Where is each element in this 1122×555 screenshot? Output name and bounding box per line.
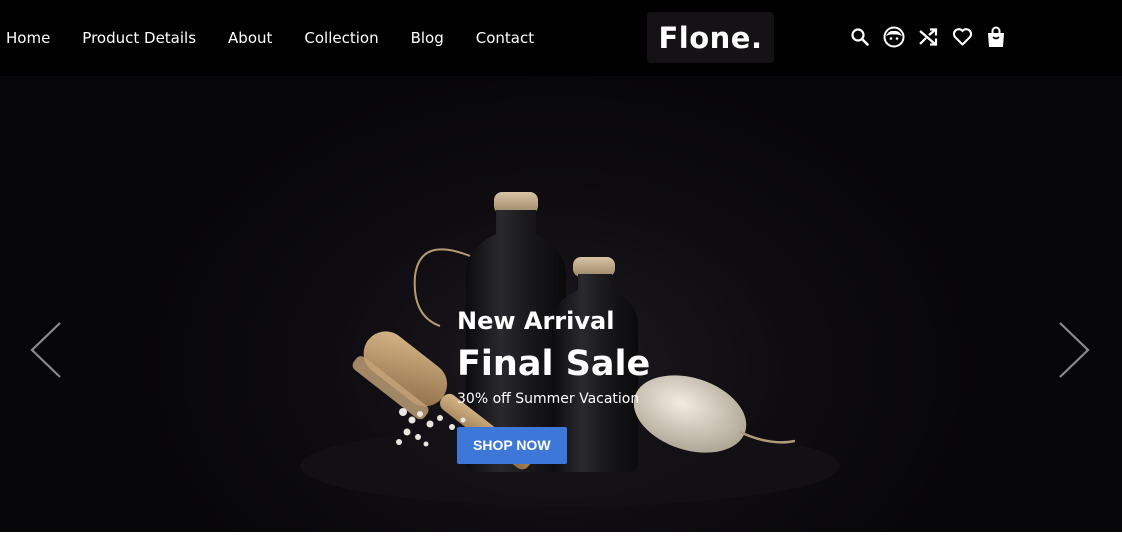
nav-about[interactable]: About bbox=[228, 29, 272, 47]
nav-home[interactable]: Home bbox=[6, 29, 50, 47]
header-icons bbox=[849, 26, 1019, 48]
slider-next-button[interactable] bbox=[1054, 320, 1094, 380]
nav-product-details[interactable]: Product Details bbox=[82, 29, 196, 47]
hero-slider: New Arrival Final Sale 30% off Summer Va… bbox=[0, 76, 1122, 532]
search-icon[interactable] bbox=[849, 26, 871, 48]
hero-title: Final Sale bbox=[457, 344, 651, 384]
nav-blog[interactable]: Blog bbox=[411, 29, 444, 47]
logo-text: Flone. bbox=[658, 20, 763, 55]
page: Home Product Details About Collection Bl… bbox=[0, 0, 1122, 555]
account-icon[interactable] bbox=[883, 26, 905, 48]
compare-shuffle-icon[interactable] bbox=[917, 26, 939, 48]
hero-subtitle: New Arrival bbox=[457, 307, 615, 335]
hero-caption: New Arrival Final Sale 30% off Summer Va… bbox=[457, 305, 650, 464]
slider-prev-button[interactable] bbox=[26, 320, 66, 380]
site-header: Home Product Details About Collection Bl… bbox=[0, 0, 1122, 76]
site-logo[interactable]: Flone. bbox=[647, 12, 774, 63]
shop-now-button[interactable]: SHOP NOW bbox=[457, 427, 567, 464]
chevron-left-icon bbox=[30, 322, 61, 378]
nav-collection[interactable]: Collection bbox=[304, 29, 378, 47]
main-nav: Home Product Details About Collection Bl… bbox=[6, 0, 566, 76]
chevron-right-icon bbox=[1059, 322, 1090, 378]
hero-description: 30% off Summer Vacation bbox=[457, 391, 640, 407]
wishlist-heart-icon[interactable] bbox=[951, 26, 973, 48]
nav-contact[interactable]: Contact bbox=[476, 29, 534, 47]
cart-bag-icon[interactable] bbox=[985, 26, 1007, 48]
